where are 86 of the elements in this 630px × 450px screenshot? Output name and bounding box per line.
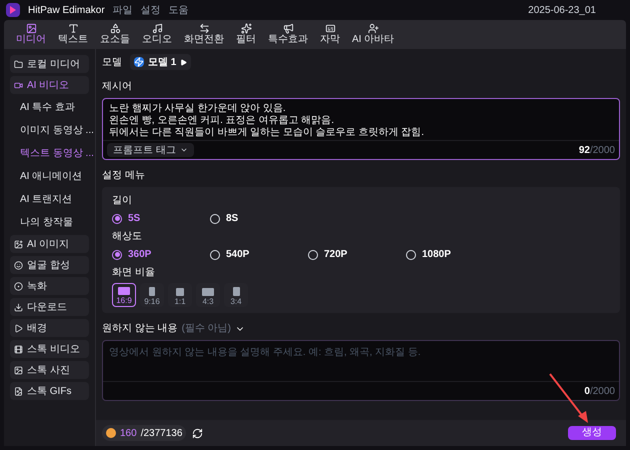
image-icon — [14, 240, 23, 248]
face-icon — [14, 260, 23, 270]
image-icon — [26, 23, 36, 34]
radio-label: 8S — [226, 212, 238, 226]
radio-button[interactable] — [112, 250, 122, 260]
download-icon — [14, 302, 23, 312]
prompt-field[interactable]: 노란 햄찌가 사무실 한가운데 앉아 있음. 왼손엔 빵, 오른손엔 커피. 표정은 여유롭고 해맑음. 뒤에서는 다른 직원들이 바쁘게 일하는 모습이 슬로우로 흐릿하게 잡힘. 프롬프트 태그 92/2000 — [102, 98, 620, 160]
captions-icon — [324, 23, 336, 34]
aspect-ratio-option[interactable]: 16:9 — [112, 283, 136, 307]
prompt-tag-button[interactable]: 프롬프트 태그 — [107, 143, 194, 157]
toolbar-tab[interactable]: 특수효과 — [262, 23, 314, 46]
sidebar-item[interactable]: 로컬 미디어 — [10, 55, 89, 73]
video-icon — [14, 80, 23, 90]
sidebar-item[interactable]: 스톡 사진 — [10, 361, 89, 379]
credits-badge: 160 /2377136 — [102, 425, 186, 441]
toolbar-tab[interactable]: 필터 — [230, 23, 262, 46]
project-name: 2025-06-23_01 — [528, 4, 596, 18]
radio-label: 540P — [226, 248, 250, 262]
toolbar-tab[interactable]: 미디어 — [10, 23, 52, 46]
sidebar-item[interactable]: AI 이미지 — [10, 235, 89, 253]
radio-label: 5S — [128, 212, 140, 226]
sidebar-subitem[interactable]: 나의 창작물 — [10, 212, 73, 232]
prompt-text: 노란 햄찌가 사무실 한가운데 앉아 있음. 왼손엔 빵, 오른손엔 커피. 표정은 여유롭고 해맑음. 뒤에서는 다른 직원들이 바쁘게 일하는 모습이 슬로우로 흐릿하게 잡힘. — [108, 102, 426, 140]
photo-icon — [14, 366, 23, 374]
radio-label: 360P — [128, 248, 152, 262]
gif-file-icon — [14, 386, 23, 396]
setting-label: 화면 비율 — [112, 266, 156, 280]
sidebar-item[interactable]: 녹화 — [10, 277, 89, 295]
text-icon — [68, 23, 78, 34]
app-logo-icon — [6, 3, 20, 17]
section-title: 설정 메뉴 — [102, 169, 146, 183]
refresh-icon[interactable] — [192, 428, 204, 438]
play-icon — [14, 324, 23, 332]
radio-label: 720P — [324, 248, 348, 262]
sidebar-subitem[interactable]: AI 특수 효과 — [10, 97, 76, 117]
toolbar-tab[interactable]: 자막 — [314, 23, 346, 46]
music-note-icon — [152, 23, 162, 34]
model-selector[interactable]: 모델 1 — [130, 54, 192, 70]
sidebar-item[interactable]: 스톡 비디오 — [10, 340, 89, 358]
caret-icon — [180, 58, 188, 66]
lightning-icon — [134, 57, 144, 67]
radio-button[interactable] — [210, 214, 220, 224]
sidebar-item[interactable]: 얼굴 합성 — [10, 256, 89, 274]
sidebar-subitem[interactable]: 이미지 동영상 ... — [10, 120, 94, 140]
radio-button[interactable] — [308, 250, 318, 260]
megaphone-icon — [282, 23, 294, 34]
coin-icon — [106, 428, 116, 438]
menu-item[interactable]: 파일 — [112, 2, 133, 18]
shapes-icon — [110, 23, 120, 34]
generate-button[interactable]: 생성 — [568, 426, 616, 440]
sidebar-subitem[interactable]: AI 애니메이션 — [10, 166, 82, 186]
caret-icon — [180, 146, 188, 154]
negative-prompt-field[interactable]: 영상에서 원하지 않는 내용을 설명해 주세요. 예: 흐림, 왜곡, 지화질 등. 0/2000 — [102, 340, 620, 401]
radio-button[interactable] — [406, 250, 416, 260]
app-title: HitPaw Edimakor — [28, 4, 105, 18]
setting-label: 길이 — [112, 194, 133, 208]
radio-button[interactable] — [210, 250, 220, 260]
sparkles-icon — [240, 23, 252, 34]
sidebar-item[interactable]: 배경 — [10, 319, 89, 337]
sidebar-subitem[interactable]: 텍스트 동영상 ... — [10, 143, 94, 163]
film-icon — [14, 344, 23, 354]
sidebar-item[interactable]: AI 비디오 — [10, 76, 89, 94]
record-icon — [14, 282, 23, 290]
negative-prompt-label: 원하지 않는 내용 — [102, 322, 178, 336]
arrows-icon — [198, 23, 210, 34]
character-count: 0/2000 — [584, 384, 615, 398]
optional-hint: (필수 아님) — [182, 322, 232, 336]
sidebar-item[interactable]: 다운로드 — [10, 298, 89, 316]
character-count: 92/2000 — [578, 144, 615, 158]
radio-button[interactable] — [112, 214, 122, 224]
toolbar-tab[interactable]: 텍스트 — [52, 23, 94, 46]
model-label: 모델 — [102, 56, 122, 70]
negative-prompt-input[interactable]: 영상에서 원하지 않는 내용을 설명해 주세요. 예: 흐림, 왜곡, 지화질 등. — [103, 341, 619, 381]
menu-item[interactable]: 도움 — [168, 2, 189, 18]
toolbar-tab[interactable]: 화면전환 — [178, 23, 230, 46]
folder-icon — [14, 60, 23, 68]
toolbar-tab[interactable]: 요소들 — [94, 23, 136, 46]
sidebar-subitem[interactable]: AI 트랜지션 — [10, 189, 72, 209]
toolbar-tab[interactable]: 오디오 — [136, 23, 178, 46]
radio-label: 1080P — [422, 248, 451, 262]
toolbar-tab[interactable]: AI 아바타 — [346, 23, 400, 46]
prompt-label: 제시어 — [102, 80, 133, 94]
user-plus-icon — [368, 23, 379, 34]
sidebar-item[interactable]: 스톡 GIFs — [10, 382, 89, 400]
setting-label: 해상도 — [112, 230, 143, 244]
menu-item[interactable]: 설정 — [140, 2, 161, 18]
